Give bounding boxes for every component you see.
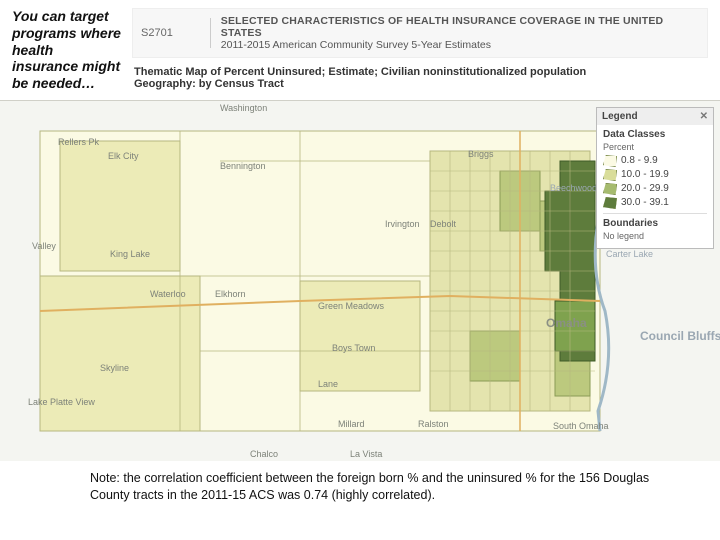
legend-swatch — [603, 155, 617, 167]
slide: You can target programs where health ins… — [0, 0, 720, 540]
table-title-wrap: SELECTED CHARACTERISTICS OF HEALTH INSUR… — [221, 15, 699, 51]
legend-range: 30.0 - 39.1 — [621, 197, 669, 208]
table-id: S2701 — [141, 27, 210, 39]
callout-text: You can target programs where health ins… — [12, 8, 122, 92]
footnote: Note: the correlation coefficient betwee… — [0, 460, 720, 504]
legend-panel: Legend ✕ Data Classes Percent 0.8 - 9.9 … — [596, 107, 714, 249]
legend-title: Legend — [602, 111, 638, 122]
map-description: Thematic Map of Percent Uninsured; Estim… — [132, 66, 708, 90]
legend-sublabel: Percent — [603, 142, 707, 152]
divider — [210, 18, 211, 48]
legend-swatch — [603, 183, 617, 195]
header-block: S2701 SELECTED CHARACTERISTICS OF HEALTH… — [132, 8, 708, 92]
table-subtitle: 2011-2015 American Community Survey 5-Ye… — [221, 39, 699, 51]
map-desc-line1: Thematic Map of Percent Uninsured; Estim… — [134, 66, 708, 78]
legend-header: Legend ✕ — [597, 108, 713, 125]
legend-range: 10.0 - 19.9 — [621, 169, 669, 180]
top-section: You can target programs where health ins… — [0, 0, 720, 96]
legend-swatch — [603, 169, 617, 181]
boundaries-note: No legend — [603, 231, 707, 241]
map-area[interactable]: Washington Rellers Pk Elk City Benningto… — [0, 100, 720, 460]
legend-item: 10.0 - 19.9 — [603, 169, 707, 181]
legend-range: 0.8 - 9.9 — [621, 155, 658, 166]
boundaries-title: Boundaries — [603, 218, 707, 229]
legend-subtitle: Data Classes — [603, 129, 707, 140]
legend-boundaries: Boundaries No legend — [603, 213, 707, 241]
legend-item: 30.0 - 39.1 — [603, 197, 707, 209]
table-header-bar: S2701 SELECTED CHARACTERISTICS OF HEALTH… — [132, 8, 708, 58]
legend-swatch — [603, 197, 617, 209]
legend-range: 20.0 - 29.9 — [621, 183, 669, 194]
close-icon[interactable]: ✕ — [700, 111, 708, 122]
legend-item: 0.8 - 9.9 — [603, 155, 707, 167]
legend-body: Data Classes Percent 0.8 - 9.9 10.0 - 19… — [597, 125, 713, 248]
legend-item: 20.0 - 29.9 — [603, 183, 707, 195]
map-desc-line2: Geography: by Census Tract — [134, 78, 708, 90]
table-title: SELECTED CHARACTERISTICS OF HEALTH INSUR… — [221, 15, 699, 39]
